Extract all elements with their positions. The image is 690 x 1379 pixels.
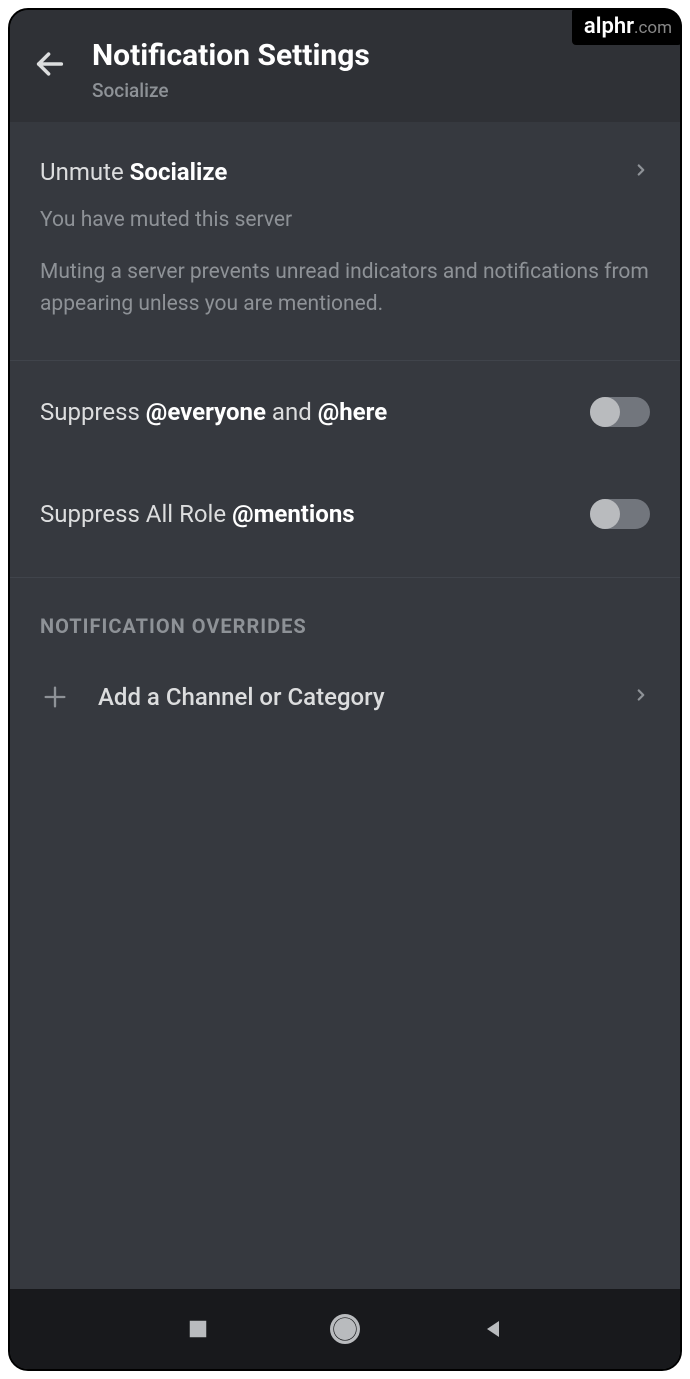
watermark-main: alphr [584,14,634,39]
toggle-knob [590,499,620,529]
unmute-prefix: Unmute [40,158,130,186]
recent-apps-button[interactable] [178,1309,218,1349]
android-nav-bar [10,1289,680,1369]
watermark-badge: alphr.com [572,8,682,45]
unmute-row[interactable]: Unmute Socialize [10,122,680,206]
chevron-right-icon [632,161,650,183]
unmute-label: Unmute Socialize [40,158,632,186]
label-prefix: Suppress All Role [40,500,232,528]
back-button[interactable] [30,44,70,84]
mute-section: Unmute Socialize You have muted this ser… [10,122,680,361]
content-area: Unmute Socialize You have muted this ser… [10,122,680,1289]
page-subtitle: Socialize [92,79,370,102]
label-mid: and [266,398,318,426]
toggle-knob [590,397,620,427]
plus-icon [40,682,70,712]
suppress-everyone-toggle[interactable] [590,397,650,427]
label-bold1: @mentions [232,500,355,528]
label-prefix: Suppress [40,398,146,426]
suppress-section: Suppress @everyone and @here Suppress Al… [10,361,680,578]
mute-description-block: You have muted this server Muting a serv… [10,206,680,360]
suppress-roles-toggle[interactable] [590,499,650,529]
back-nav-button[interactable] [473,1309,513,1349]
home-button[interactable] [325,1309,365,1349]
add-override-row[interactable]: Add a Channel or Category [10,648,680,746]
circle-icon [329,1313,361,1345]
suppress-roles-label: Suppress All Role @mentions [40,500,355,528]
device-frame: Notification Settings Socialize Unmute S… [8,8,682,1371]
watermark-suffix: .com [634,18,672,38]
add-override-label: Add a Channel or Category [98,683,604,711]
label-bold1: @everyone [146,398,266,426]
suppress-everyone-label: Suppress @everyone and @here [40,398,387,426]
overrides-section: NOTIFICATION OVERRIDES Add a Channel or … [10,578,680,746]
triangle-left-icon [481,1317,505,1341]
square-icon [187,1318,209,1340]
unmute-server-name: Socialize [130,158,228,186]
mute-description-text: Muting a server prevents unread indicato… [40,257,650,320]
arrow-left-icon [33,47,67,81]
overrides-section-header: NOTIFICATION OVERRIDES [10,578,680,648]
label-bold2: @here [318,398,387,426]
chevron-right-icon [632,686,650,708]
mute-status-text: You have muted this server [40,206,650,235]
page-title: Notification Settings [92,38,370,73]
header-text-block: Notification Settings Socialize [92,38,370,102]
suppress-roles-row[interactable]: Suppress All Role @mentions [10,463,680,565]
suppress-everyone-row[interactable]: Suppress @everyone and @here [10,361,680,463]
